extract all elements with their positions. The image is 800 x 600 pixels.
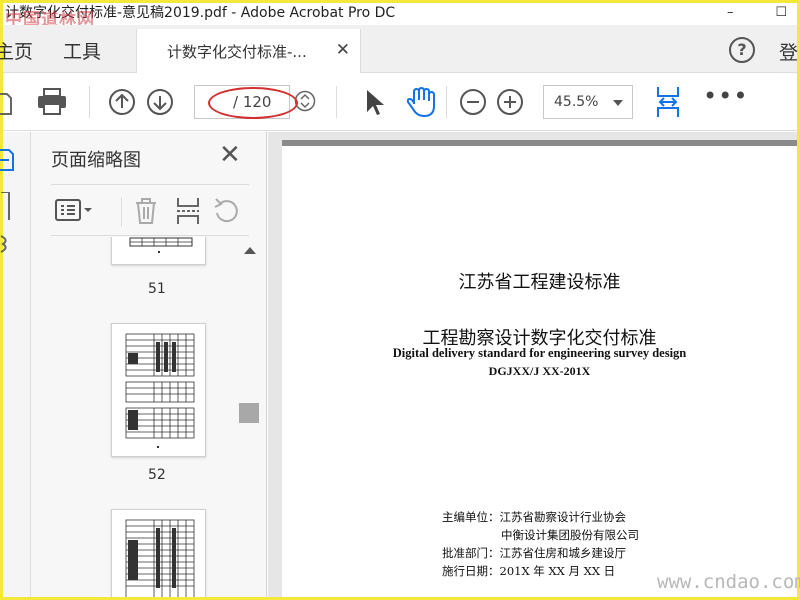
- meta-row: 批准部门：江苏省住房和城乡建设厅: [442, 545, 626, 561]
- pdf-page: 江苏省工程建设标准 工程勘察设计数字化交付标准 Digital delivery…: [282, 140, 797, 597]
- page-thumbnail[interactable]: [111, 237, 206, 265]
- rotate-page-icon[interactable]: [213, 197, 241, 225]
- meta-value: 201X 年 XX 月 XX 日: [499, 564, 616, 578]
- maximize-button[interactable]: ☐: [775, 3, 787, 23]
- hand-tool-icon[interactable]: [406, 86, 436, 118]
- scroll-up-icon[interactable]: [244, 247, 256, 254]
- zoom-select[interactable]: 45.5%: [543, 85, 633, 119]
- document-title: 江苏省工程建设标准: [458, 272, 621, 293]
- meta-value: 江苏省勘察设计行业协会: [499, 510, 627, 524]
- tab-close-icon[interactable]: ✕: [336, 40, 350, 60]
- attachments-icon[interactable]: [0, 232, 11, 254]
- meta-label: 批准部门：: [442, 546, 500, 560]
- minimize-button[interactable]: –: [727, 3, 734, 23]
- meta-row: 主编单位：江苏省勘察设计行业协会: [442, 509, 626, 525]
- toolbar-separator: [89, 86, 90, 118]
- close-icon[interactable]: ✕: [219, 140, 241, 170]
- thumbnail-scrollbar[interactable]: [239, 237, 259, 597]
- thumbnail-page-number: 52: [148, 467, 166, 483]
- next-page-icon[interactable]: [146, 88, 174, 116]
- page-thumbnails-panel: 页面缩略图 ✕ 51 52: [31, 132, 267, 597]
- document-code: DGJXX/J XX-201X: [488, 364, 591, 378]
- fit-width-icon[interactable]: [655, 86, 681, 118]
- meta-value: 江苏省住房和城乡建设厅: [499, 546, 627, 560]
- thumbnail-page-number: 51: [148, 281, 166, 297]
- watermark-bottom: www.cndao.com: [657, 571, 800, 593]
- tab-tools[interactable]: 工具: [63, 37, 101, 64]
- insert-page-icon[interactable]: [175, 197, 201, 225]
- print-icon[interactable]: [37, 88, 67, 116]
- delete-page-icon[interactable]: [133, 197, 159, 225]
- login-link[interactable]: 登: [779, 38, 798, 65]
- meta-label: 施行日期：: [442, 564, 500, 578]
- bookmarks-icon[interactable]: [0, 192, 11, 220]
- help-icon[interactable]: ?: [729, 37, 755, 63]
- scrollbar-thumb[interactable]: [239, 403, 259, 423]
- page-thumbnail[interactable]: [111, 509, 206, 597]
- page-thumbnails-icon[interactable]: [0, 148, 17, 172]
- window-controls: – ☐: [727, 3, 787, 23]
- panel-toolbar: [51, 184, 249, 236]
- tab-bar: 主页 工具 计数字化交付标准-... ✕ ? 登: [0, 25, 798, 73]
- title-bar: 计数字化交付标准-意见稿2019.pdf - Adobe Acrobat Pro…: [3, 3, 797, 25]
- panel-tools-separator: [121, 197, 122, 227]
- meta-row: 中衡设计集团股份有限公司: [501, 527, 639, 543]
- toolbar-separator: [446, 86, 447, 118]
- chevron-down-icon: [613, 100, 623, 106]
- meta-row: 施行日期：201X 年 XX 月 XX 日: [442, 563, 615, 579]
- zoom-in-icon[interactable]: [496, 88, 524, 116]
- toolbar: / 120 45.5% •••: [0, 74, 797, 131]
- meta-value: 中衡设计集团股份有限公司: [501, 528, 639, 542]
- thumbnail-list: 51 52: [51, 237, 261, 597]
- document-tab[interactable]: 计数字化交付标准-... ✕: [136, 29, 361, 73]
- zoom-value: 45.5%: [554, 94, 599, 110]
- previous-page-icon[interactable]: [108, 88, 136, 116]
- select-tool-icon[interactable]: [364, 88, 386, 116]
- document-tab-label: 计数字化交付标准-...: [167, 43, 307, 61]
- tab-home[interactable]: 主页: [0, 37, 33, 64]
- thumbnail-options-icon[interactable]: [55, 197, 93, 223]
- toolbar-separator: [336, 86, 337, 118]
- annotation-ellipse: [208, 87, 298, 119]
- document-view[interactable]: 江苏省工程建设标准 工程勘察设计数字化交付标准 Digital delivery…: [268, 132, 797, 597]
- zoom-out-icon[interactable]: [459, 88, 487, 116]
- panel-title: 页面缩略图: [51, 150, 141, 171]
- save-icon[interactable]: [0, 88, 13, 116]
- meta-label: 主编单位：: [442, 510, 500, 524]
- page-thumbnail[interactable]: [111, 323, 206, 457]
- document-subtitle-en: Digital delivery standard for engineerin…: [392, 346, 687, 360]
- more-tools-button[interactable]: •••: [703, 82, 748, 110]
- left-navigation-rail: [0, 132, 31, 597]
